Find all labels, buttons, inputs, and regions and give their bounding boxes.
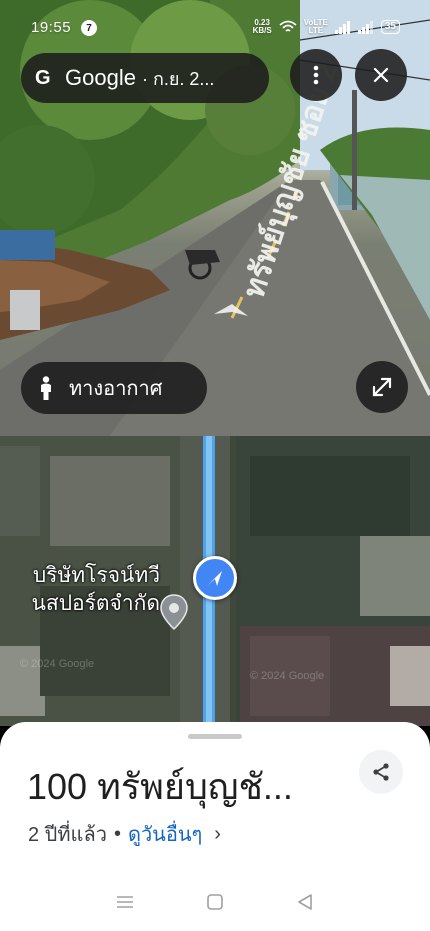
capture-date-label: · ก.ย. 2... xyxy=(141,68,215,89)
street-view-panel[interactable]: ทรัพย์บุญชัย ซอย 2 19:55 7 0.23 KB/S VoL… xyxy=(0,0,430,436)
system-navigation-bar xyxy=(0,872,430,931)
expand-button[interactable] xyxy=(356,361,408,413)
more-options-button[interactable] xyxy=(290,49,342,101)
net-speed-unit: KB/S xyxy=(252,26,272,35)
sheet-drag-handle[interactable] xyxy=(188,734,242,739)
wifi-icon xyxy=(279,20,297,32)
location-pin-icon[interactable] xyxy=(160,594,188,630)
map-watermark-left: © 2024 Google xyxy=(20,658,95,670)
signal-icon-1 xyxy=(334,20,350,34)
google-g-icon: G xyxy=(35,66,51,89)
map-place-label[interactable]: บริษัทโรจน์ทวี นสปอร์ตจำกัด xyxy=(0,562,160,618)
person-icon xyxy=(41,376,51,400)
more-vert-icon xyxy=(313,65,319,85)
battery-indicator: 35 xyxy=(380,20,400,34)
see-other-dates-link[interactable]: ดูวันอื่นๆ xyxy=(128,818,202,850)
recents-button[interactable] xyxy=(110,887,140,917)
capture-info-row: 2 ปีที่แล้ว • ดูวันอื่นๆ › xyxy=(28,818,221,850)
close-button[interactable] xyxy=(355,49,407,101)
back-button[interactable] xyxy=(290,887,320,917)
brand-label: Google xyxy=(65,65,136,90)
share-button[interactable] xyxy=(359,750,403,794)
status-bar: 19:55 7 0.23 KB/S VoLTE LTE 35 xyxy=(0,0,430,58)
volte-bottom: LTE xyxy=(308,26,324,35)
satellite-map[interactable]: © 2024 Google © 2024 Google บริษัทโรจน์ท… xyxy=(0,436,430,726)
aerial-view-label: ทางอากาศ xyxy=(69,378,163,400)
home-button[interactable] xyxy=(200,887,230,917)
menu-icon xyxy=(117,895,133,908)
map-watermark-right: © 2024 Google xyxy=(250,670,325,682)
map-place-label-line1: บริษัทโรจน์ทวี xyxy=(32,564,160,587)
separator-dot: • xyxy=(113,822,121,845)
status-icons: 0.23 KB/S VoLTE LTE 35 xyxy=(253,19,400,35)
map-place-label-line2: นสปอร์ตจำกัด xyxy=(31,592,160,615)
close-icon xyxy=(373,67,389,83)
navigation-arrow-icon xyxy=(208,571,222,586)
status-time: 19:55 xyxy=(31,19,72,36)
chevron-right-icon[interactable]: › xyxy=(214,823,221,846)
net-speed: 0.23 KB/S xyxy=(253,19,272,35)
capture-age: 2 ปีที่แล้ว xyxy=(28,824,107,846)
back-triangle-icon xyxy=(298,893,312,910)
aerial-view-button[interactable]: ทางอากาศ xyxy=(21,362,207,414)
home-square-icon xyxy=(207,893,223,910)
current-view-marker[interactable] xyxy=(193,556,237,600)
expand-icon xyxy=(372,377,392,397)
street-view-title-pill[interactable]: G Google · ก.ย. 2... xyxy=(21,53,269,103)
share-icon xyxy=(373,763,389,781)
signal-icon-2 xyxy=(357,20,373,34)
place-title: 100 ทรัพย์บุญชั... xyxy=(27,766,293,807)
notification-badge: 7 xyxy=(81,20,98,36)
volte-indicator: VoLTE LTE xyxy=(304,19,328,35)
